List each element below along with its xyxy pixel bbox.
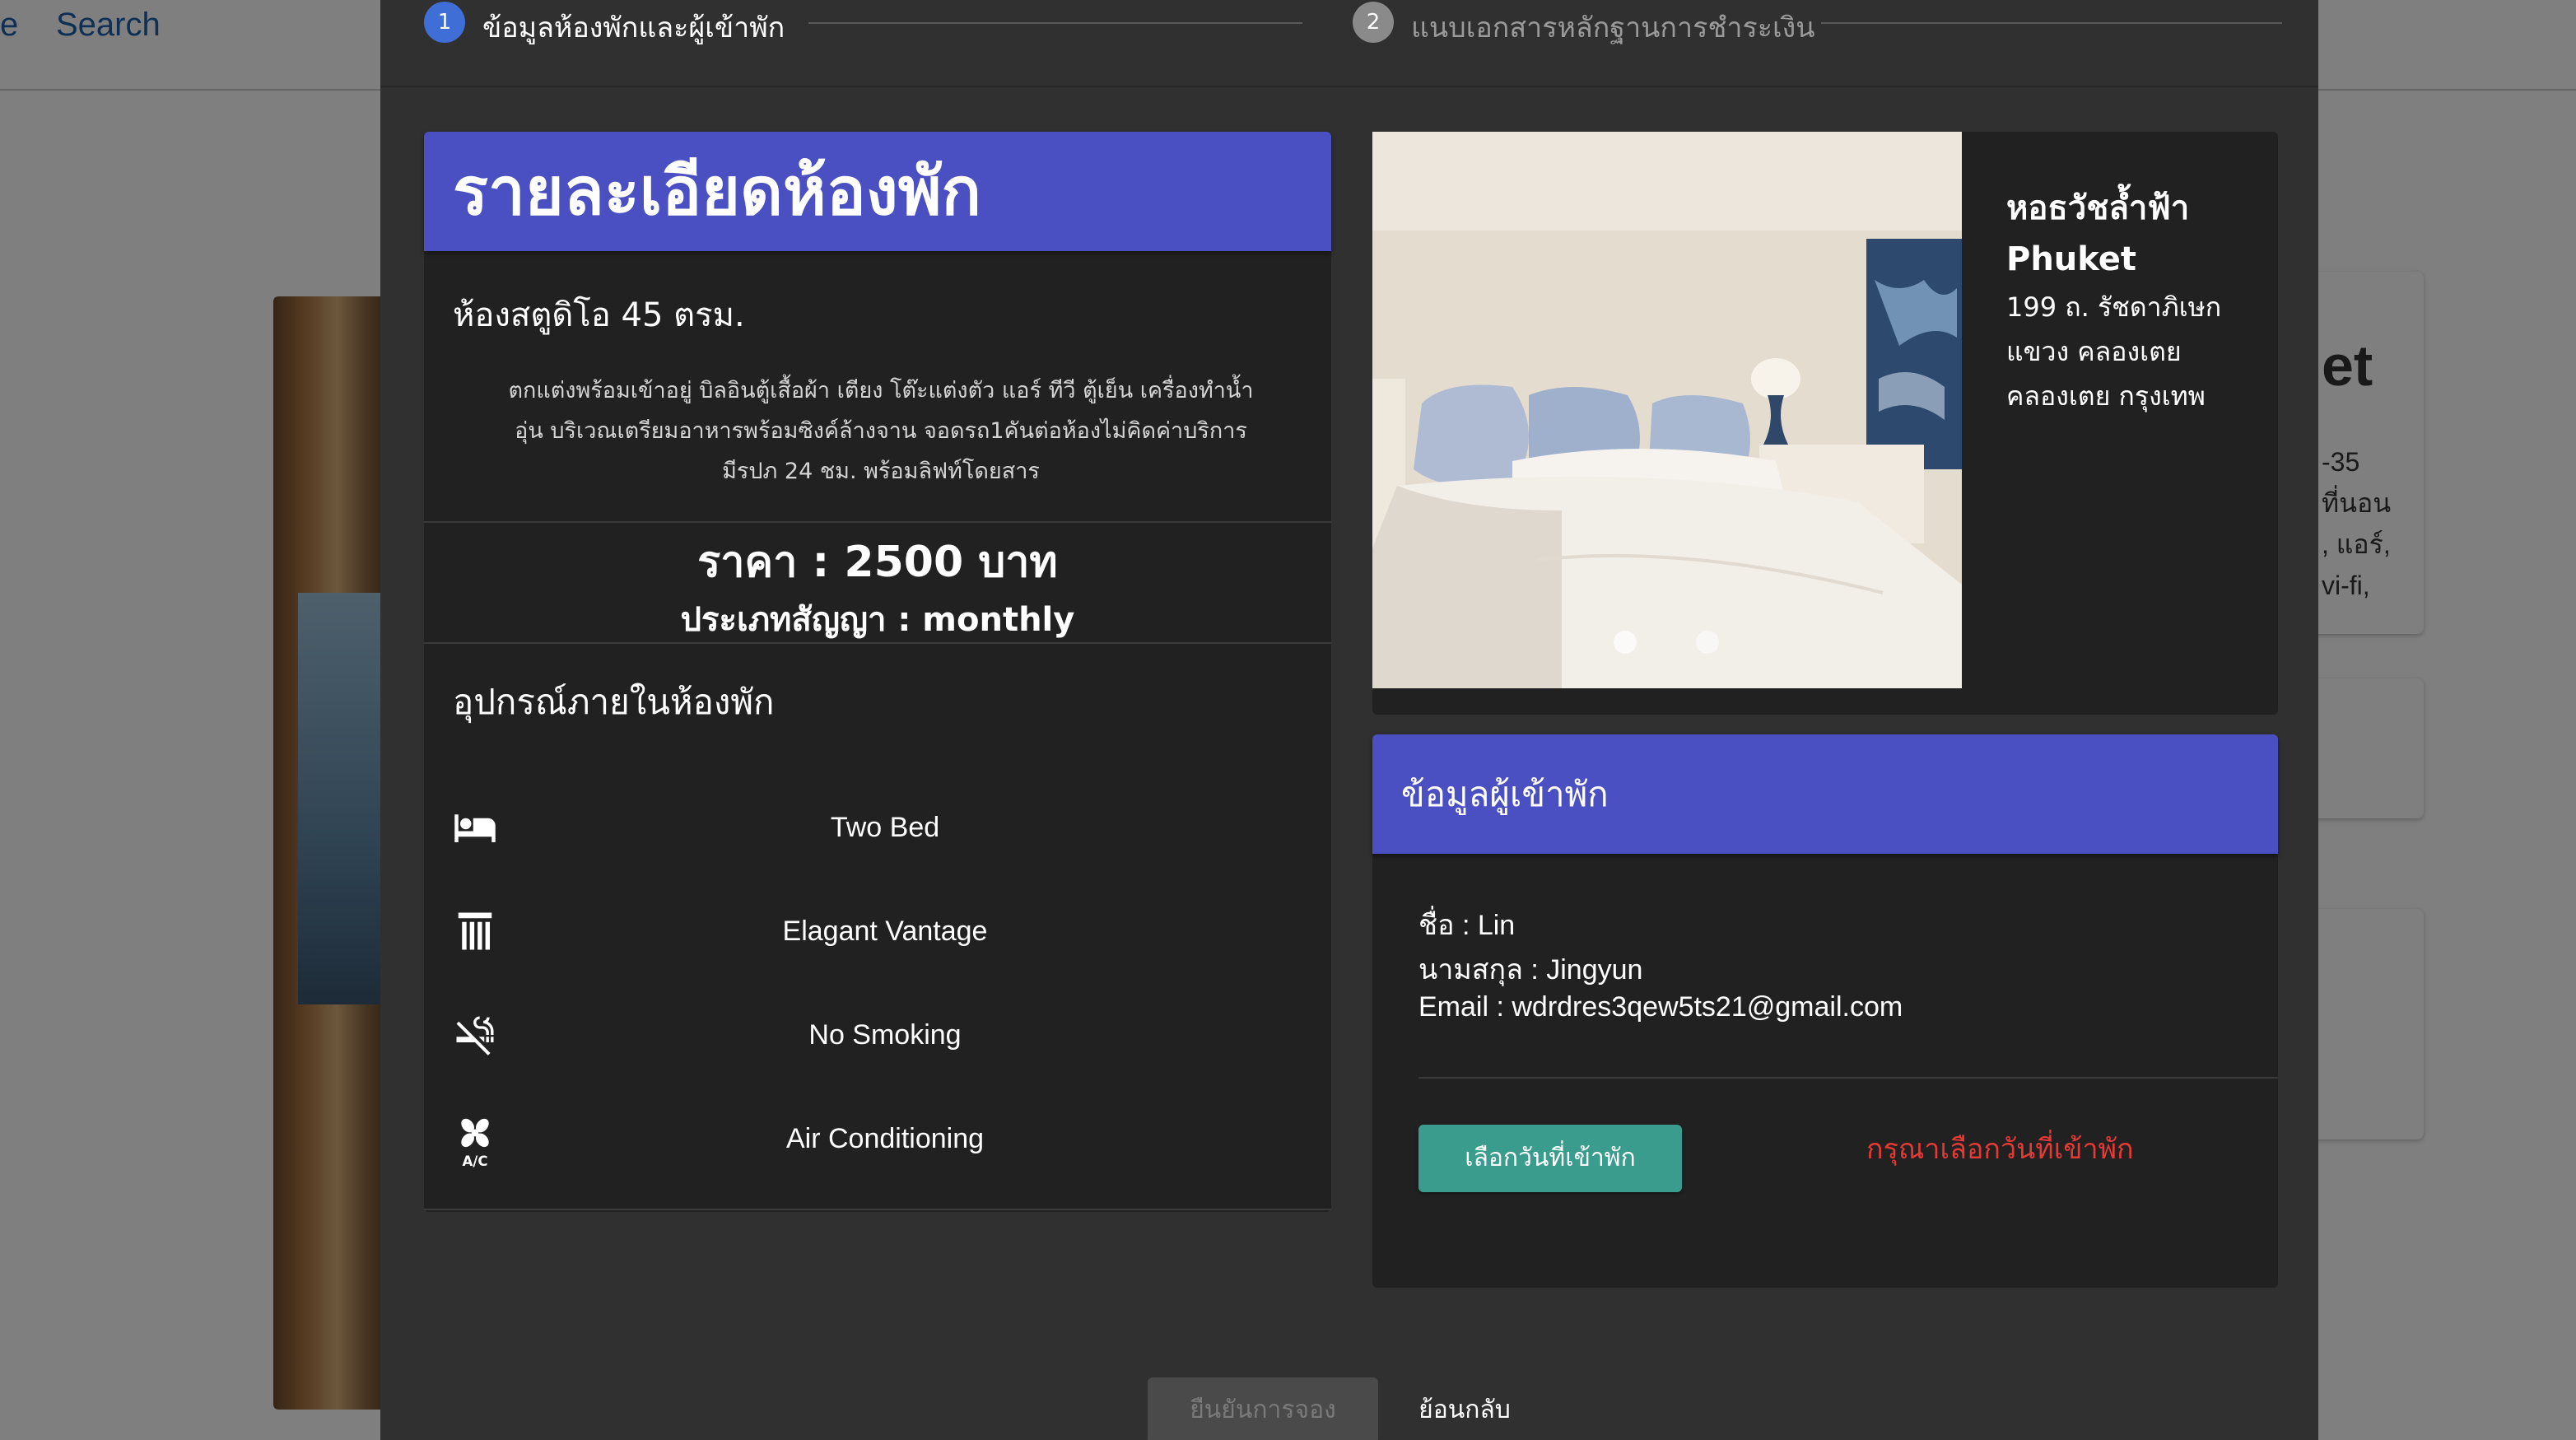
dorm-address-line: คลองเตย กรุงเทพ bbox=[2006, 380, 2206, 412]
amenity-item: Elagant Vantage bbox=[424, 901, 1331, 967]
carousel-dot[interactable] bbox=[1696, 631, 1719, 654]
booking-dialog: 1 ข้อมูลห้องพักและผู้เข้าพัก 2 แนบเอกสาร… bbox=[380, 0, 2318, 1440]
room-details-panel: รายละเอียดห้องพัก ห้องสตูดิโอ 45 ตรม. ตก… bbox=[424, 132, 1331, 1212]
guest-email: Email : wdrdres3qew5ts21@gmail.com bbox=[1418, 991, 1903, 1023]
amenity-label: Air Conditioning bbox=[785, 1123, 985, 1154]
amenity-item: Two Bed bbox=[424, 797, 1331, 863]
guest-first-name: ชื่อ : Lin bbox=[1418, 910, 1516, 941]
guest-info-panel: ข้อมูลผู้เข้าพัก ชื่อ : Lin นามสกุล : Ji… bbox=[1372, 734, 2278, 1288]
dorm-name-location: Phuket bbox=[2006, 240, 2137, 278]
dorm-address-line: แขวง คลองเตย bbox=[2006, 336, 2182, 367]
divider bbox=[1418, 1077, 2278, 1079]
dorm-address: 199 ถ. รัชดาภิเษก แขวง คลองเตย คลองเตย ก… bbox=[2006, 285, 2270, 418]
step-1-label: ข้อมูลห้องพักและผู้เข้าพัก bbox=[482, 12, 785, 44]
guest-info-header: ข้อมูลผู้เข้าพัก bbox=[1372, 734, 2278, 854]
step-2-label: แนบเอกสารหลักฐานการชำระเงิน bbox=[1411, 12, 1815, 44]
divider bbox=[424, 1209, 1331, 1210]
room-description-line: อุ่น บริเวณเตรียมอาหารพร้อมซิงค์ล้างจาน … bbox=[515, 418, 1247, 444]
amenity-label: No Smoking bbox=[808, 1019, 962, 1051]
carousel-dot-active[interactable] bbox=[1614, 631, 1637, 654]
room-description: ตกแต่งพร้อมเข้าอยู่ บิลอินตู้เสื้อผ้า เต… bbox=[453, 370, 1309, 492]
ac-icon: A/C bbox=[461, 1118, 489, 1167]
dorm-name-line: หอธวัชล้ำฟ้า bbox=[2006, 189, 2190, 227]
room-photo-carousel[interactable] bbox=[1372, 132, 1962, 688]
svg-text:A/C: A/C bbox=[462, 1153, 487, 1167]
select-checkin-date-button[interactable]: เลือกวันที่เข้าพัก bbox=[1418, 1125, 1682, 1192]
room-details-header: รายละเอียดห้องพัก bbox=[424, 132, 1331, 251]
room-description-line: ตกแต่งพร้อมเข้าอยู่ บิลอินตู้เสื้อผ้า เต… bbox=[508, 378, 1254, 403]
column-icon bbox=[458, 912, 492, 950]
stepper: 1 ข้อมูลห้องพักและผู้เข้าพัก 2 แนบเอกสาร… bbox=[380, 0, 2318, 87]
dorm-info-panel: หอธวัชล้ำฟ้า Phuket 199 ถ. รัชดาภิเษก แข… bbox=[1372, 132, 2278, 715]
dorm-name: หอธวัชล้ำฟ้า Phuket bbox=[2006, 183, 2189, 285]
dorm-address-line: 199 ถ. รัชดาภิเษก bbox=[2006, 291, 2222, 323]
step-1-number: 1 bbox=[424, 2, 465, 43]
date-warning-text: กรุณาเลือกวันที่เข้าพัก bbox=[1866, 1133, 2134, 1166]
amenities-title: อุปกรณ์ภายในห้องพัก bbox=[453, 682, 775, 722]
amenity-item: A/C Air Conditioning bbox=[424, 1108, 1331, 1174]
confirm-booking-button[interactable]: ยืนยันการจอง bbox=[1148, 1377, 1378, 1440]
room-description-line: มีรปภ 24 ชม. พร้อมลิฟท์โดยสาร bbox=[722, 459, 1040, 484]
contract-type: ประเภทสัญญา : monthly bbox=[680, 601, 1075, 639]
back-button[interactable]: ย้อนกลับ bbox=[1403, 1377, 1526, 1440]
guest-last-name: นามสกุล : Jingyun bbox=[1418, 954, 1643, 986]
divider bbox=[424, 642, 1331, 644]
amenity-item: No Smoking bbox=[424, 1004, 1331, 1070]
amenity-label: Two Bed bbox=[830, 812, 940, 843]
room-name: ห้องสตูดิโอ 45 ตรม. bbox=[453, 296, 745, 334]
no-smoking-icon bbox=[456, 1016, 494, 1056]
amenity-label: Elagant Vantage bbox=[782, 916, 988, 947]
step-connector bbox=[808, 22, 1302, 24]
divider bbox=[424, 521, 1331, 523]
room-price: ราคา : 2500 บาท bbox=[697, 538, 1058, 587]
room-photo bbox=[1372, 132, 1962, 688]
step-connector bbox=[1821, 22, 2282, 24]
step-2-number: 2 bbox=[1353, 2, 1394, 43]
bed-icon bbox=[454, 814, 496, 842]
